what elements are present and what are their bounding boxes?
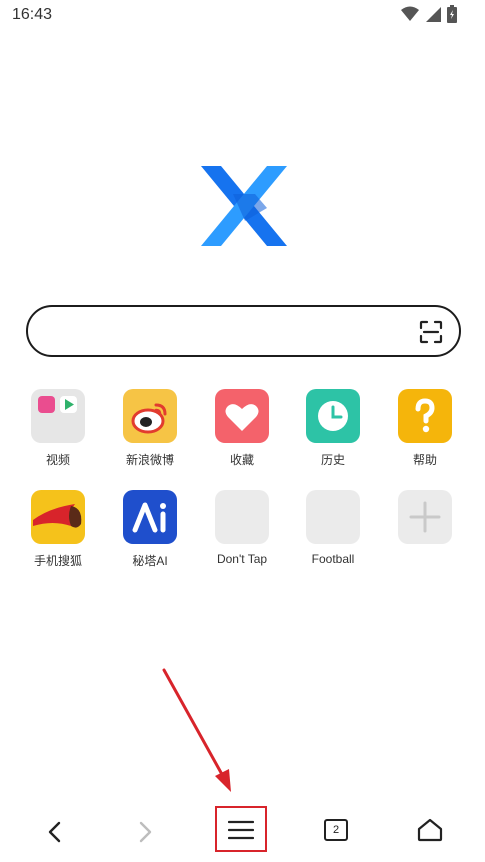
menu-highlight-box [215,806,267,852]
plus-icon [398,490,452,544]
shortcut-weibo[interactable]: 新浪微博 [115,389,185,468]
forward-icon [139,821,152,843]
wifi-icon [401,6,419,21]
shortcut-label: 收藏 [229,453,254,467]
shortcut-history[interactable]: 历史 [298,389,368,468]
shortcut-label: 新浪微博 [125,453,174,467]
blank-tile-icon [215,490,269,544]
sohu-fox-icon [31,490,85,544]
tabs-icon: 2 [324,819,348,841]
browser-home-screen: 16:43 视频 新浪微博 收藏 历史 帮助 手机搜狐 秘塔AI Don't T… [0,0,485,862]
shortcut-video[interactable]: 视频 [23,389,93,468]
shortcut-label: Don't Tap [216,552,268,566]
cellular-signal-icon [426,7,441,22]
clock-icon [306,389,360,443]
shortcut-label: Football [311,552,355,566]
battery-icon [447,5,457,23]
heart-icon [215,389,269,443]
forward-button[interactable] [126,812,166,852]
shortcut-football[interactable]: Football [298,490,368,566]
shortcut-sohu[interactable]: 手机搜狐 [23,490,93,569]
status-icons [401,4,457,24]
question-icon [398,389,452,443]
tabs-button[interactable]: 2 [316,810,356,850]
search-bar[interactable] [26,305,461,357]
back-icon [48,821,61,843]
shortcut-help[interactable]: 帮助 [390,389,460,468]
search-input[interactable] [48,319,408,343]
x-logo [201,166,287,246]
shortcut-label: 视频 [45,453,70,467]
status-bar: 16:43 [0,0,485,32]
weibo-icon [123,389,177,443]
shortcut-metaso-ai[interactable]: 秘塔AI [115,490,185,569]
shortcut-label: 帮助 [412,453,437,467]
scan-icon[interactable] [419,320,443,344]
home-button[interactable] [410,810,450,850]
shortcut-label: 秘塔AI [132,554,168,568]
home-icon [417,818,443,842]
shortcut-favorites[interactable]: 收藏 [207,389,277,468]
shortcut-label: 手机搜狐 [33,554,82,568]
shortcut-dont-tap[interactable]: Don't Tap [207,490,277,566]
metaso-ai-icon [123,490,177,544]
blank-tile-icon [306,490,360,544]
shortcut-label: 历史 [320,453,345,467]
add-shortcut-button[interactable] [390,490,460,552]
status-time: 16:43 [12,6,53,23]
back-button[interactable] [34,812,74,852]
video-folder-icon [31,389,85,443]
